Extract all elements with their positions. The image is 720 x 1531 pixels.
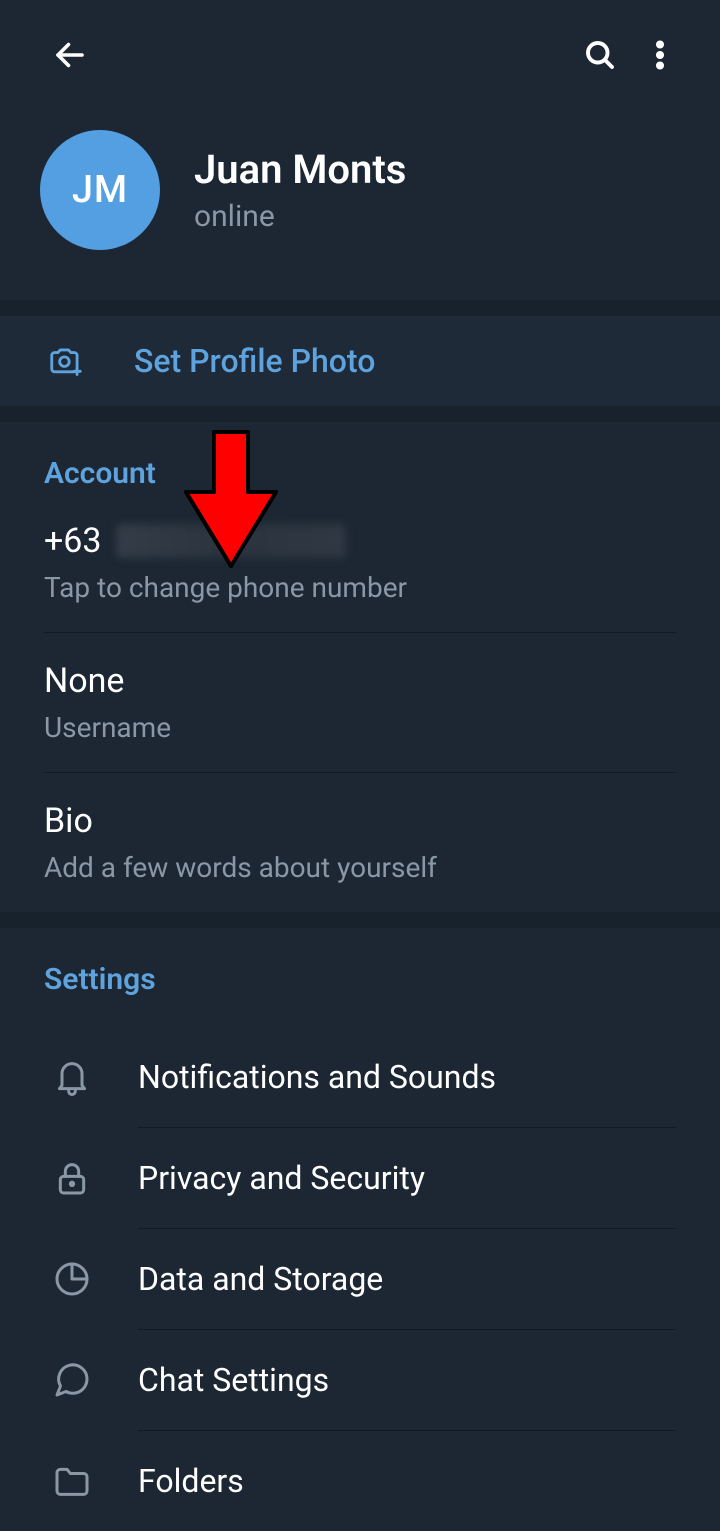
toolbar: [0, 0, 720, 110]
settings-item-notifications[interactable]: Notifications and Sounds: [44, 1027, 676, 1127]
arrow-left-icon: [52, 37, 88, 73]
account-title: Account: [44, 456, 676, 491]
username-label: Username: [44, 711, 676, 744]
more-vertical-icon: [642, 37, 678, 73]
camera-icon: [40, 342, 92, 380]
bio-item[interactable]: Bio Add a few words about yourself: [44, 801, 676, 912]
settings-item-data[interactable]: Data and Storage: [44, 1229, 676, 1329]
more-button[interactable]: [630, 25, 690, 85]
username-item[interactable]: None Username: [44, 661, 676, 773]
profile-header: JM Juan Monts online: [0, 110, 720, 300]
phone-redacted: [116, 524, 346, 558]
settings-item-folders[interactable]: Folders: [44, 1431, 676, 1531]
avatar[interactable]: JM: [40, 130, 160, 250]
folder-icon: [44, 1453, 100, 1509]
settings-item-label: Privacy and Security: [138, 1159, 676, 1197]
search-icon: [582, 37, 618, 73]
set-profile-photo-label: Set Profile Photo: [134, 342, 375, 380]
divider: [0, 300, 720, 316]
settings-item-privacy[interactable]: Privacy and Security: [44, 1128, 676, 1228]
back-button[interactable]: [40, 25, 100, 85]
bell-icon: [44, 1049, 100, 1105]
settings-title: Settings: [44, 962, 676, 997]
bio-value: Bio: [44, 801, 676, 841]
phone-item[interactable]: +63 Tap to change phone number: [44, 521, 676, 633]
settings-item-label: Chat Settings: [138, 1361, 676, 1399]
settings-item-label: Notifications and Sounds: [138, 1058, 676, 1096]
lock-icon: [44, 1150, 100, 1206]
bio-hint: Add a few words about yourself: [44, 851, 676, 884]
phone-hint: Tap to change phone number: [44, 571, 676, 604]
chat-icon: [44, 1352, 100, 1408]
pie-chart-icon: [44, 1251, 100, 1307]
settings-item-label: Folders: [138, 1462, 676, 1500]
divider: [0, 406, 720, 422]
profile-status: online: [194, 199, 406, 234]
search-button[interactable]: [570, 25, 630, 85]
set-profile-photo-row[interactable]: Set Profile Photo: [0, 316, 720, 406]
phone-prefix: +63: [44, 521, 102, 561]
profile-name: Juan Monts: [194, 146, 406, 193]
settings-section: Settings Notifications and Sounds Privac…: [0, 928, 720, 1531]
username-value: None: [44, 661, 676, 701]
settings-item-chat[interactable]: Chat Settings: [44, 1330, 676, 1430]
settings-item-label: Data and Storage: [138, 1260, 676, 1298]
account-section: Account +63 Tap to change phone number N…: [0, 422, 720, 912]
divider: [0, 912, 720, 928]
